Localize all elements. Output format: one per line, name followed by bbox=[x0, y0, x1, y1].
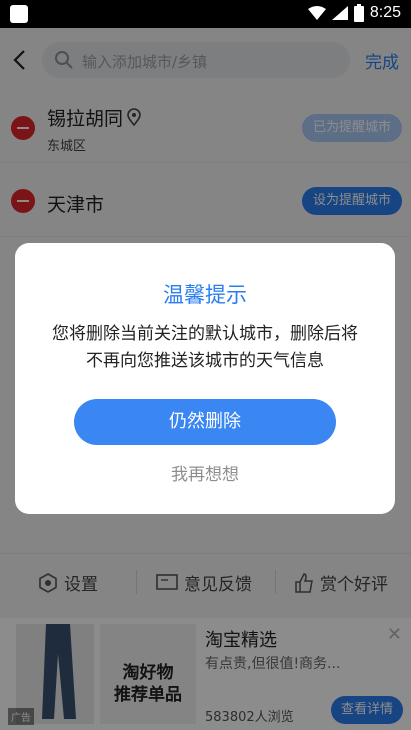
app-notification-icon bbox=[10, 5, 28, 23]
dialog-message: 您将删除当前关注的默认城市，删除后将不再向您推送该城市的天气信息 bbox=[52, 324, 358, 371]
clock: 8:25 bbox=[369, 4, 401, 21]
dialog-title: 温馨提示 bbox=[163, 283, 247, 307]
status-icons: 8:25 bbox=[307, 4, 401, 22]
wifi-icon bbox=[307, 6, 326, 20]
battery-icon bbox=[353, 4, 364, 22]
confirm-delete-dialog: 温馨提示 您将删除当前关注的默认城市，删除后将不再向您推送该城市的天气信息 仍然… bbox=[15, 243, 395, 514]
confirm-delete-button[interactable]: 仍然删除 bbox=[74, 399, 336, 445]
signal-icon bbox=[331, 6, 348, 20]
status-bar: 8:25 bbox=[0, 0, 411, 28]
cancel-button[interactable]: 我再想想 bbox=[15, 460, 395, 485]
